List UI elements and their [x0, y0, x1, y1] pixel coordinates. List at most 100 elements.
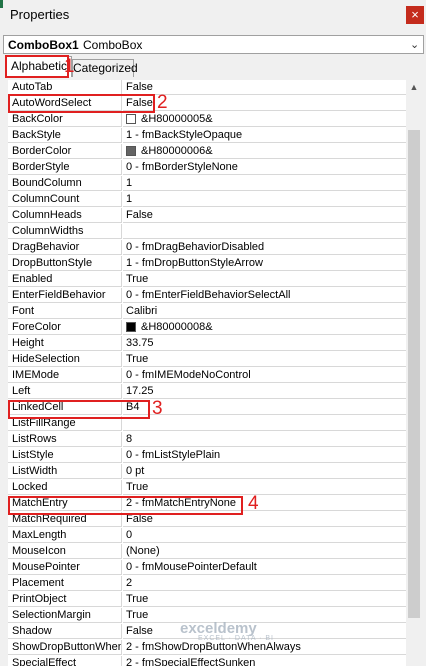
property-row[interactable]: ShowDropButtonWhen 2 - fmShowDropButtonWh… — [8, 640, 406, 656]
property-value[interactable]: &H80000008& — [123, 320, 406, 335]
property-row[interactable]: BorderColor &H80000006& — [8, 144, 406, 160]
property-row[interactable]: ListStyle 0 - fmListStylePlain — [8, 448, 406, 464]
property-name[interactable]: ColumnHeads — [8, 208, 122, 223]
property-value[interactable]: 8 — [123, 432, 406, 447]
property-value[interactable]: &H80000005& — [123, 112, 406, 127]
property-row[interactable]: BorderStyle 0 - fmBorderStyleNone — [8, 160, 406, 176]
property-name[interactable]: Left — [8, 384, 122, 399]
property-value[interactable]: 0 - fmListStylePlain — [123, 448, 406, 463]
property-row[interactable]: MouseIcon (None) — [8, 544, 406, 560]
property-name[interactable]: Locked — [8, 480, 122, 495]
property-row[interactable]: ColumnCount 1 — [8, 192, 406, 208]
property-value[interactable] — [123, 416, 406, 431]
property-value[interactable]: 0 - fmIMEModeNoControl — [123, 368, 406, 383]
property-value[interactable]: True — [123, 480, 406, 495]
property-value[interactable]: 0 - fmMousePointerDefault — [123, 560, 406, 575]
chevron-down-icon[interactable]: ⌄ — [410, 38, 419, 51]
property-value[interactable]: True — [123, 352, 406, 367]
property-value[interactable]: Calibri — [123, 304, 406, 319]
property-name[interactable]: PrintObject — [8, 592, 122, 607]
property-row[interactable]: BackStyle 1 - fmBackStyleOpaque — [8, 128, 406, 144]
vertical-scrollbar[interactable]: ▲ — [406, 80, 422, 666]
property-name[interactable]: SelectionMargin — [8, 608, 122, 623]
property-row[interactable]: BoundColumn 1 — [8, 176, 406, 192]
tab-categorized[interactable]: Categorized — [72, 59, 138, 77]
property-name[interactable]: ColumnWidths — [8, 224, 122, 239]
property-row[interactable]: DragBehavior 0 - fmDragBehaviorDisabled — [8, 240, 406, 256]
property-name[interactable]: ShowDropButtonWhen — [8, 640, 122, 655]
property-row[interactable]: IMEMode 0 - fmIMEModeNoControl — [8, 368, 406, 384]
property-value[interactable]: 1 — [123, 176, 406, 191]
property-name[interactable]: SpecialEffect — [8, 656, 122, 666]
object-selector[interactable]: ComboBox1 ComboBox ⌄ — [3, 35, 424, 54]
property-name[interactable]: ListStyle — [8, 448, 122, 463]
property-name[interactable]: BackStyle — [8, 128, 122, 143]
property-name[interactable]: ListWidth — [8, 464, 122, 479]
property-value[interactable]: 1 — [123, 192, 406, 207]
property-row[interactable]: PrintObject True — [8, 592, 406, 608]
property-row[interactable]: ListWidth 0 pt — [8, 464, 406, 480]
property-row[interactable]: Placement 2 — [8, 576, 406, 592]
property-name[interactable]: EnterFieldBehavior — [8, 288, 122, 303]
property-name[interactable]: ListRows — [8, 432, 122, 447]
property-row[interactable]: MousePointer 0 - fmMousePointerDefault — [8, 560, 406, 576]
property-name[interactable]: AutoTab — [8, 80, 122, 95]
property-row[interactable]: Left 17.25 — [8, 384, 406, 400]
property-row[interactable]: ColumnWidths — [8, 224, 406, 240]
property-name[interactable]: HideSelection — [8, 352, 122, 367]
property-value[interactable]: 17.25 — [123, 384, 406, 399]
property-name[interactable]: BoundColumn — [8, 176, 122, 191]
property-value[interactable]: False — [123, 208, 406, 223]
property-name[interactable]: DropButtonStyle — [8, 256, 122, 271]
property-name[interactable]: Enabled — [8, 272, 122, 287]
property-value[interactable]: 0 - fmDragBehaviorDisabled — [123, 240, 406, 255]
property-name[interactable]: Font — [8, 304, 122, 319]
property-row[interactable]: Font Calibri — [8, 304, 406, 320]
property-value[interactable] — [123, 224, 406, 239]
property-name[interactable]: BorderColor — [8, 144, 122, 159]
property-value[interactable]: 0 — [123, 528, 406, 543]
property-value[interactable]: 0 - fmEnterFieldBehaviorSelectAll — [123, 288, 406, 303]
property-name[interactable]: IMEMode — [8, 368, 122, 383]
property-value[interactable]: True — [123, 272, 406, 287]
property-value[interactable]: 1 - fmDropButtonStyleArrow — [123, 256, 406, 271]
property-row[interactable]: BackColor &H80000005& — [8, 112, 406, 128]
property-name[interactable]: ForeColor — [8, 320, 122, 335]
property-row[interactable]: ForeColor &H80000008& — [8, 320, 406, 336]
property-row[interactable]: ListRows 8 — [8, 432, 406, 448]
property-row[interactable]: Enabled True — [8, 272, 406, 288]
property-value[interactable]: 2 - fmShowDropButtonWhenAlways — [123, 640, 406, 655]
property-name[interactable]: MousePointer — [8, 560, 122, 575]
property-name[interactable]: Height — [8, 336, 122, 351]
property-name[interactable]: BackColor — [8, 112, 122, 127]
property-name[interactable]: DragBehavior — [8, 240, 122, 255]
property-value[interactable]: 1 - fmBackStyleOpaque — [123, 128, 406, 143]
property-row[interactable]: Height 33.75 — [8, 336, 406, 352]
close-icon[interactable]: × — [406, 6, 424, 24]
property-name[interactable]: Placement — [8, 576, 122, 591]
property-value[interactable]: True — [123, 592, 406, 607]
property-value[interactable]: 0 pt — [123, 464, 406, 479]
scrollbar-thumb[interactable] — [408, 130, 420, 618]
property-value[interactable]: 0 - fmBorderStyleNone — [123, 160, 406, 175]
property-name[interactable]: MaxLength — [8, 528, 122, 543]
color-swatch — [126, 114, 136, 124]
property-row[interactable]: MaxLength 0 — [8, 528, 406, 544]
property-value[interactable]: 2 - fmSpecialEffectSunken — [123, 656, 406, 666]
property-name[interactable]: MouseIcon — [8, 544, 122, 559]
property-value[interactable]: &H80000006& — [123, 144, 406, 159]
property-value[interactable]: (None) — [123, 544, 406, 559]
property-row[interactable]: DropButtonStyle 1 - fmDropButtonStyleArro… — [8, 256, 406, 272]
property-row[interactable]: EnterFieldBehavior 0 - fmEnterFieldBehavi… — [8, 288, 406, 304]
property-value[interactable]: B4 — [123, 400, 406, 415]
property-row[interactable]: ColumnHeads False — [8, 208, 406, 224]
property-row[interactable]: SpecialEffect 2 - fmSpecialEffectSunken — [8, 656, 406, 666]
property-name[interactable]: Shadow — [8, 624, 122, 639]
property-row[interactable]: Locked True — [8, 480, 406, 496]
property-value[interactable]: 2 — [123, 576, 406, 591]
property-value[interactable]: 33.75 — [123, 336, 406, 351]
property-name[interactable]: ColumnCount — [8, 192, 122, 207]
scroll-up-icon[interactable]: ▲ — [406, 80, 422, 94]
property-name[interactable]: BorderStyle — [8, 160, 122, 175]
property-row[interactable]: HideSelection True — [8, 352, 406, 368]
